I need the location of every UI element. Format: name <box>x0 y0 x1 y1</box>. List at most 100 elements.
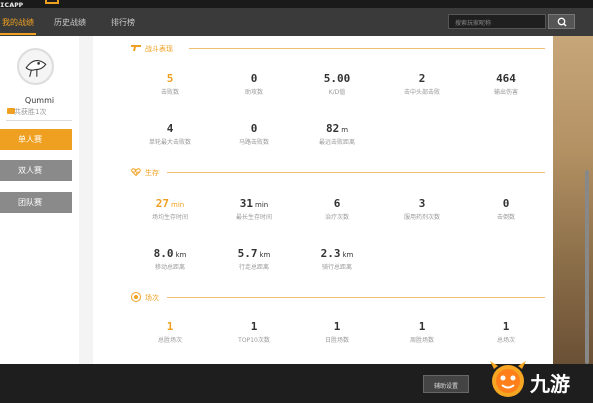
stat-value: 0 <box>250 122 258 135</box>
player-username: Qummi <box>24 96 55 105</box>
stat-label: 击败数 <box>160 89 179 96</box>
stat-label: 最远击败距离 <box>318 139 355 146</box>
stat-unit: km <box>342 251 354 259</box>
section-title-survival: 生存 <box>145 169 159 177</box>
stat-total-distance: 8.0 km 移动总距离 <box>130 247 210 272</box>
search-input[interactable]: 搜索玩家昵称 <box>448 14 546 29</box>
tab-leaderboard[interactable]: 排行榜 <box>111 17 135 28</box>
mode-solo-button[interactable]: 单人赛 <box>0 129 72 150</box>
stat-value: 5.7 <box>237 247 258 260</box>
stat-value: 5.00 <box>323 72 351 85</box>
stat-unit: km <box>259 251 271 259</box>
stat-longest-kill: 82 m 最远击败距离 <box>297 122 377 147</box>
scrollbar[interactable] <box>585 170 589 364</box>
window-topbar <box>0 0 593 8</box>
stat-value: 3 <box>418 197 426 210</box>
stat-avg-survival: 27 min 场均生存时间 <box>130 197 210 222</box>
stats-panel: 战斗表现 5 击败数 0 助攻数 5.00 K/D值 2 击中头部击败 464 … <box>93 36 553 364</box>
stat-value: 1 <box>502 320 510 333</box>
stat-label: TOP10次数 <box>238 337 270 344</box>
stat-value: 5 <box>166 72 174 85</box>
stat-label: 总胜场次 <box>157 337 182 344</box>
stat-value: 82 <box>325 122 340 135</box>
tab-history[interactable]: 历史战绩 <box>54 17 86 28</box>
watermark-text: 九游 <box>529 372 570 396</box>
stat-heals: 6 治疗次数 <box>297 197 377 222</box>
search-icon <box>557 17 567 27</box>
stat-unit: min <box>255 201 269 209</box>
section-divider <box>167 172 545 173</box>
win-count: 共获胜1次 <box>14 108 47 116</box>
stat-knockdowns: 0 击倒数 <box>466 197 546 222</box>
stat-top10: 1 TOP10次数 <box>214 320 294 345</box>
stat-kills: 5 击败数 <box>130 72 210 97</box>
assist-settings-button[interactable]: 辅助设置 <box>423 375 469 393</box>
watermark-logo: 九游 <box>482 361 590 399</box>
section-title-matches: 场次 <box>145 294 159 302</box>
stat-value: 464 <box>496 72 516 85</box>
stat-value: 4 <box>166 122 174 135</box>
stat-value: 1 <box>250 320 258 333</box>
section-title-combat: 战斗表现 <box>145 45 173 53</box>
stat-label: K/D值 <box>328 89 346 96</box>
panel-gap <box>79 36 93 364</box>
stat-value: 1 <box>418 320 426 333</box>
stat-value: 0 <box>502 197 510 210</box>
stat-headshots: 2 击中头部击败 <box>382 72 462 97</box>
stat-value: 2.3 <box>320 247 341 260</box>
active-tab-indicator <box>0 33 36 35</box>
stat-value: 2 <box>418 72 426 85</box>
stat-kd: 5.00 K/D值 <box>297 72 377 97</box>
trophy-icon <box>131 292 141 302</box>
stat-total-wins: 1 总胜场次 <box>130 320 210 345</box>
stat-label: 骑行总距离 <box>321 264 352 271</box>
stat-unit: min <box>171 201 185 209</box>
search-button[interactable] <box>548 14 575 29</box>
stat-label: 日胜场数 <box>324 337 349 344</box>
stat-value: 1 <box>333 320 341 333</box>
stat-label: 助攻数 <box>244 89 263 96</box>
logo-frame <box>45 0 59 4</box>
stat-road-kills: 0 马路击败数 <box>214 122 294 147</box>
mode-squad-button[interactable]: 团队赛 <box>0 192 72 213</box>
stat-walk-distance: 5.7 km 行走总距离 <box>214 247 294 272</box>
mode-duo-button[interactable]: 双人赛 <box>0 160 72 181</box>
stat-assists: 0 助攻数 <box>214 72 294 97</box>
stat-max-round-kills: 4 单轮最大击败数 <box>130 122 210 147</box>
stat-label: 马路击败数 <box>238 139 269 146</box>
gun-icon <box>131 45 141 51</box>
stat-label: 最长生存时间 <box>235 214 272 221</box>
profile-sidebar: Qummi 共获胜1次 单人赛 双人赛 团队赛 <box>0 36 79 364</box>
stat-value: 0 <box>250 72 258 85</box>
stat-label: 单轮最大击败数 <box>148 139 191 146</box>
stat-value: 8.0 <box>153 247 174 260</box>
stat-label: 输出伤害 <box>493 89 518 96</box>
stat-value: 31 <box>239 197 254 210</box>
sidebar-divider <box>6 120 72 121</box>
tab-my-stats[interactable]: 我的战绩 <box>2 17 34 28</box>
stat-weekly-wins: 1 周胜场数 <box>382 320 462 345</box>
stat-unit: km <box>175 251 187 259</box>
stat-ride-distance: 2.3 km 骑行总距离 <box>297 247 377 272</box>
stat-label: 治疗次数 <box>324 214 349 221</box>
stat-label: 行走总距离 <box>238 264 269 271</box>
heartbeat-icon <box>131 168 141 176</box>
section-divider <box>189 48 545 49</box>
stat-label: 服用药剂次数 <box>403 214 440 221</box>
stat-value: 6 <box>333 197 341 210</box>
stat-damage: 464 输出伤害 <box>466 72 546 97</box>
avatar[interactable] <box>17 48 54 85</box>
stat-label: 击中头部击败 <box>403 89 440 96</box>
stat-longest-survival: 31 min 最长生存时间 <box>214 197 294 222</box>
stat-boosts: 3 服用药剂次数 <box>382 197 462 222</box>
avatar-image <box>19 50 52 83</box>
stat-label: 击倒数 <box>496 214 515 221</box>
stat-label: 周胜场数 <box>409 337 434 344</box>
stat-daily-wins: 1 日胜场数 <box>297 320 377 345</box>
stat-unit: m <box>341 126 349 134</box>
stat-value: 27 <box>155 197 170 210</box>
stat-label: 移动总距离 <box>154 264 185 271</box>
section-divider <box>167 297 545 298</box>
stat-label: 场均生存时间 <box>151 214 188 221</box>
stat-value: 1 <box>166 320 174 333</box>
